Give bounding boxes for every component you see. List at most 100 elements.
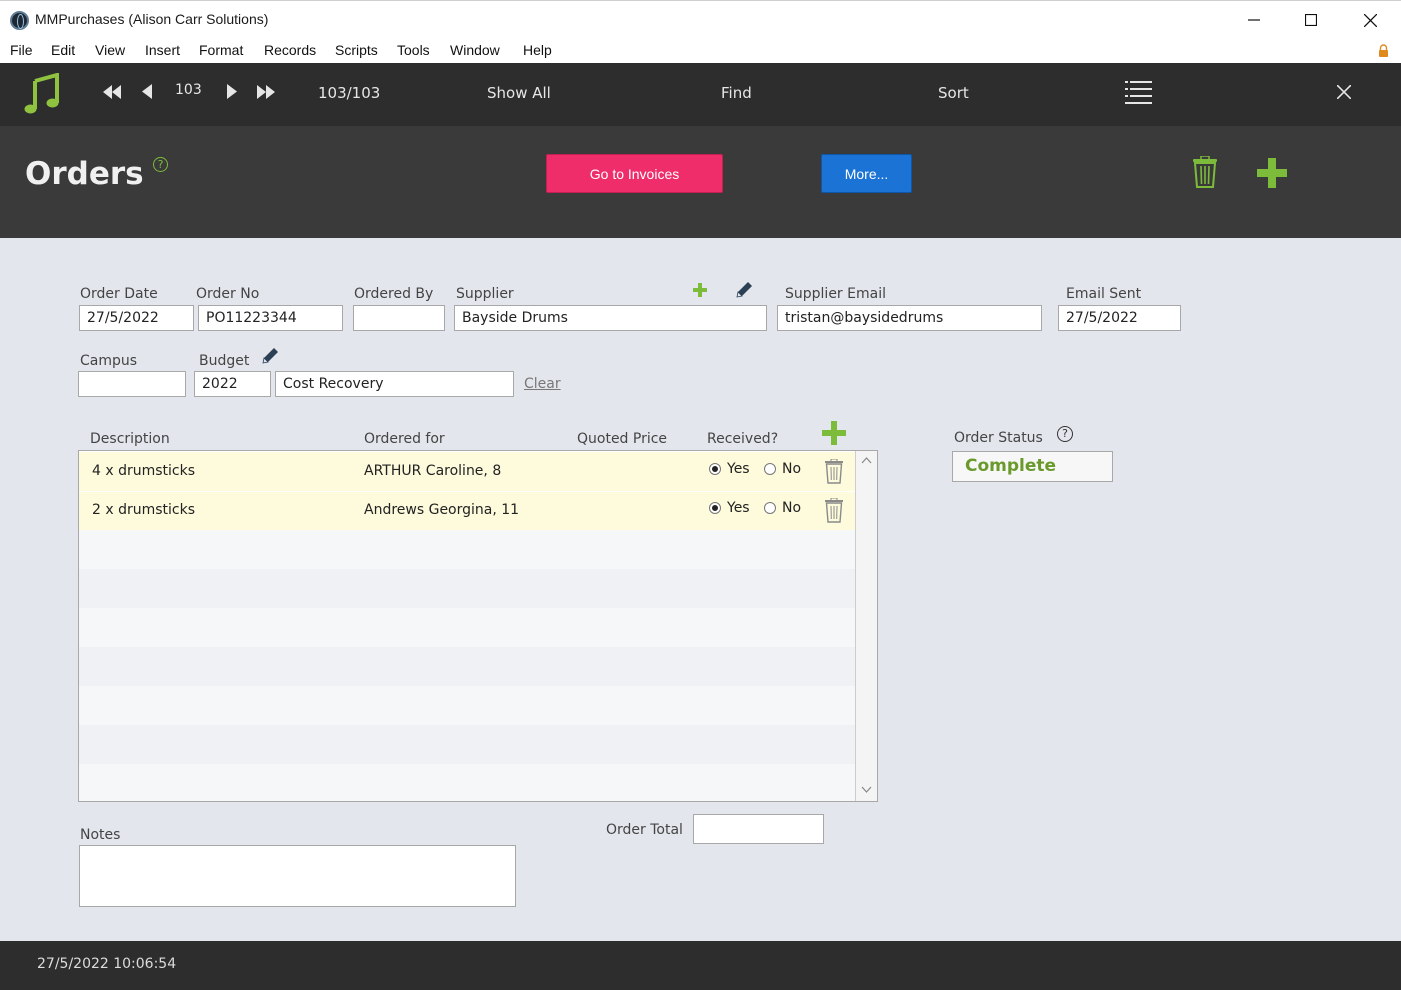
table-row[interactable]: 4 x drumsticks ARTHUR Caroline, 8 Yes No xyxy=(79,452,855,491)
menu-records[interactable]: Records xyxy=(264,42,316,58)
empty-row[interactable] xyxy=(79,569,855,608)
go-to-invoices-button[interactable]: Go to Invoices xyxy=(546,154,723,193)
order-status-help-icon[interactable]: ? xyxy=(1057,426,1073,442)
received-no-label: No xyxy=(782,500,802,516)
menu-insert[interactable]: Insert xyxy=(145,42,180,58)
app-icon xyxy=(10,11,29,30)
menu-bar: File Edit View Insert Format Records Scr… xyxy=(0,38,1401,63)
received-yes-radio[interactable] xyxy=(709,463,721,475)
footer-bar: 27/5/2022 10:06:54 xyxy=(0,941,1401,990)
sort-button[interactable]: Sort xyxy=(938,84,969,102)
menu-view[interactable]: View xyxy=(95,42,125,58)
close-window-button[interactable] xyxy=(1347,5,1393,35)
minimize-icon xyxy=(1248,19,1260,21)
main-form: Order Date 27/5/2022 Order No PO11223344… xyxy=(0,238,1401,941)
empty-row[interactable] xyxy=(79,725,855,764)
received-no-label: No xyxy=(782,461,802,477)
order-date-field[interactable]: 27/5/2022 xyxy=(79,305,194,331)
ordered-by-field[interactable] xyxy=(353,305,445,331)
timestamp: 27/5/2022 10:06:54 xyxy=(37,956,177,972)
next-record-icon[interactable] xyxy=(227,84,237,99)
order-date-label: Order Date xyxy=(80,286,158,302)
last-record-icon[interactable] xyxy=(257,85,275,99)
maximize-icon xyxy=(1305,14,1317,26)
menu-tools[interactable]: Tools xyxy=(397,42,430,58)
edit-budget-icon[interactable] xyxy=(262,347,279,364)
first-record-icon[interactable] xyxy=(103,85,121,99)
budget-year-field[interactable]: 2022 xyxy=(194,371,271,397)
menu-help[interactable]: Help xyxy=(523,42,552,58)
empty-row[interactable] xyxy=(79,647,855,686)
notes-label: Notes xyxy=(80,827,121,843)
maximize-button[interactable] xyxy=(1288,5,1334,35)
ordered-for-header: Ordered for xyxy=(364,431,445,447)
close-icon xyxy=(1363,13,1377,27)
portal-scrollbar[interactable] xyxy=(855,451,877,801)
delete-line-icon[interactable] xyxy=(824,498,844,523)
received-yes-label: Yes xyxy=(727,461,750,477)
supplier-email-label: Supplier Email xyxy=(785,286,886,302)
scroll-down-icon[interactable] xyxy=(861,786,872,793)
empty-row[interactable] xyxy=(79,530,855,569)
music-note-icon xyxy=(24,73,59,114)
ordered-by-label: Ordered By xyxy=(354,286,434,302)
edit-supplier-icon[interactable] xyxy=(736,281,753,298)
menu-format[interactable]: Format xyxy=(199,42,243,58)
add-line-icon[interactable] xyxy=(822,421,846,445)
email-sent-field[interactable]: 27/5/2022 xyxy=(1058,305,1181,331)
supplier-field[interactable]: Bayside Drums xyxy=(454,305,767,331)
delete-line-icon[interactable] xyxy=(824,459,844,484)
campus-field[interactable] xyxy=(78,371,186,397)
notes-field[interactable] xyxy=(79,845,516,907)
show-all-button[interactable]: Show All xyxy=(487,84,551,102)
quoted-price-header: Quoted Price xyxy=(577,431,668,447)
menu-file[interactable]: File xyxy=(10,42,33,58)
order-lines-portal[interactable]: 4 x drumsticks ARTHUR Caroline, 8 Yes No… xyxy=(78,450,878,802)
order-total-field[interactable] xyxy=(693,814,824,844)
close-toolbar-icon[interactable] xyxy=(1337,85,1351,99)
line-description[interactable]: 2 x drumsticks xyxy=(92,502,195,518)
line-ordered-for[interactable]: ARTHUR Caroline, 8 xyxy=(364,463,501,479)
page-title: Orders xyxy=(25,156,144,192)
lock-icon xyxy=(1379,44,1388,57)
add-supplier-icon[interactable] xyxy=(693,283,707,297)
email-sent-label: Email Sent xyxy=(1066,286,1142,302)
layout-header: Orders ? Go to Invoices More... xyxy=(0,126,1401,238)
scroll-up-icon[interactable] xyxy=(861,457,872,464)
received-no-radio[interactable] xyxy=(764,463,776,475)
menu-scripts[interactable]: Scripts xyxy=(335,42,378,58)
received-no-radio[interactable] xyxy=(764,502,776,514)
empty-row[interactable] xyxy=(79,764,855,801)
title-bar: MMPurchases (Alison Carr Solutions) xyxy=(0,0,1401,38)
record-count: 103/103 xyxy=(318,84,381,102)
list-menu-icon[interactable] xyxy=(1125,80,1152,104)
find-button[interactable]: Find xyxy=(721,84,752,102)
menu-window[interactable]: Window xyxy=(450,42,500,58)
received-yes-radio[interactable] xyxy=(709,502,721,514)
table-row[interactable]: 2 x drumsticks Andrews Georgina, 11 Yes … xyxy=(79,492,855,531)
order-no-field[interactable]: PO11223344 xyxy=(198,305,343,331)
trash-icon[interactable] xyxy=(1192,156,1218,188)
menu-edit[interactable]: Edit xyxy=(51,42,75,58)
supplier-label: Supplier xyxy=(456,286,514,302)
previous-record-icon[interactable] xyxy=(142,84,152,99)
received-yes-label: Yes xyxy=(727,500,750,516)
budget-name-field[interactable]: Cost Recovery xyxy=(275,371,514,397)
order-no-label: Order No xyxy=(196,286,260,302)
clear-budget-link[interactable]: Clear xyxy=(524,376,561,392)
line-description[interactable]: 4 x drumsticks xyxy=(92,463,195,479)
received-header: Received? xyxy=(707,431,779,447)
window-title: MMPurchases (Alison Carr Solutions) xyxy=(35,11,269,27)
more-button[interactable]: More... xyxy=(821,154,912,193)
order-status-label: Order Status xyxy=(954,430,1043,446)
supplier-email-field[interactable]: tristan@baysidedrums xyxy=(777,305,1042,331)
record-number[interactable]: 103 xyxy=(175,82,202,98)
order-status-field[interactable]: Complete xyxy=(952,451,1113,482)
minimize-button[interactable] xyxy=(1231,5,1277,35)
empty-row[interactable] xyxy=(79,686,855,725)
empty-row[interactable] xyxy=(79,608,855,647)
line-ordered-for[interactable]: Andrews Georgina, 11 xyxy=(364,502,519,518)
add-record-icon[interactable] xyxy=(1257,158,1287,188)
help-icon[interactable]: ? xyxy=(153,157,168,172)
order-total-label: Order Total xyxy=(606,822,683,838)
